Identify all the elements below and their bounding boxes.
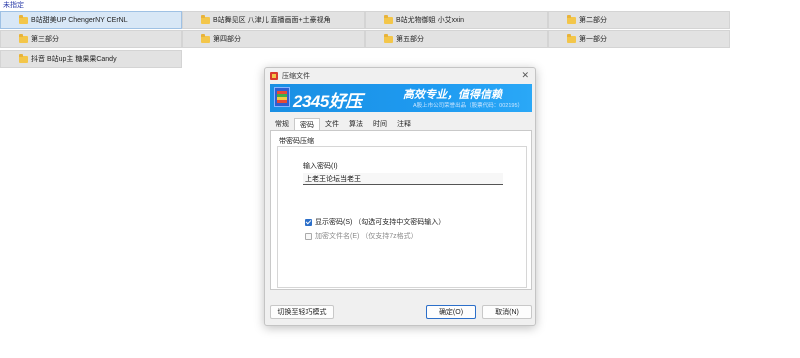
folder-icon bbox=[201, 33, 210, 43]
desktop-page: 未指定 B站甜美UP ChengerNY CErNL B站舞见区 八津儿 直播画… bbox=[0, 0, 800, 358]
password-label: 输入密码(I) bbox=[303, 163, 338, 170]
banner-brand: 2345好压 bbox=[293, 92, 362, 111]
cancel-button[interactable]: 取消(N) bbox=[482, 305, 532, 319]
ok-button[interactable]: 确定(O) bbox=[426, 305, 476, 319]
folder-label: B站舞见区 八津儿 直播画面+土豪视角 bbox=[213, 17, 331, 24]
folder-label: 抖音 B站up主 糖果果Candy bbox=[31, 56, 117, 63]
checkbox-checked-icon bbox=[305, 218, 312, 226]
tab-time[interactable]: 时间 bbox=[368, 118, 392, 130]
tab-general[interactable]: 常规 bbox=[270, 118, 294, 130]
folder-icon bbox=[567, 14, 576, 24]
tab-bar: 常规 密码 文件 算法 时间 注释 bbox=[270, 118, 416, 130]
folder-label: 第四部分 bbox=[213, 36, 241, 43]
folder-item[interactable]: B站舞见区 八津儿 直播画面+土豪视角 bbox=[182, 11, 365, 29]
folder-item[interactable]: 第三部分 bbox=[0, 30, 182, 48]
folder-icon bbox=[567, 33, 576, 43]
encrypt-filenames-checkbox[interactable]: 加密文件名(E) （仅支持7z格式） bbox=[305, 231, 418, 241]
password-tab-panel: 带密码压缩 输入密码(I) 显示密码(S) （勾选可支持中文密码输入） 加密文件… bbox=[270, 130, 532, 290]
folder-icon bbox=[19, 33, 28, 43]
folder-label: B站甜美UP ChengerNY CErNL bbox=[31, 17, 128, 24]
dialog-titlebar: 压缩文件 ✕ bbox=[265, 68, 535, 83]
brand-banner: 2345好压 高效专业，值得信赖 A股上市公司荣誉出品（股票代码：002195） bbox=[270, 84, 532, 112]
archive-logo-icon bbox=[274, 87, 290, 107]
checkbox-unchecked-icon bbox=[305, 232, 312, 240]
encrypt-filenames-label: 加密文件名(E) （仅支持7z格式） bbox=[315, 233, 418, 240]
show-password-label: 显示密码(S) （勾选可支持中文密码输入） bbox=[315, 219, 446, 226]
folder-icon bbox=[384, 33, 393, 43]
tab-comment[interactable]: 注释 bbox=[392, 118, 416, 130]
switch-simple-mode-button[interactable]: 切换至轻巧模式 bbox=[270, 305, 334, 319]
compress-dialog: 压缩文件 ✕ 2345好压 高效专业，值得信赖 A股上市公司荣誉出品（股票代码：… bbox=[264, 67, 536, 326]
folder-label: 第一部分 bbox=[579, 36, 607, 43]
tab-password[interactable]: 密码 bbox=[294, 118, 320, 130]
tab-files[interactable]: 文件 bbox=[320, 118, 344, 130]
password-input[interactable] bbox=[303, 173, 503, 185]
app-icon bbox=[270, 71, 278, 80]
group-divider bbox=[277, 146, 527, 147]
folder-item[interactable]: 第二部分 bbox=[548, 11, 730, 29]
folder-item[interactable]: 第四部分 bbox=[182, 30, 365, 48]
banner-slogan: 高效专业，值得信赖 bbox=[403, 89, 502, 101]
folder-item[interactable]: 第五部分 bbox=[365, 30, 548, 48]
group-title: 带密码压缩 bbox=[279, 138, 314, 145]
tab-algorithm[interactable]: 算法 bbox=[344, 118, 368, 130]
folder-icon bbox=[384, 14, 393, 24]
folder-icon bbox=[19, 53, 28, 63]
unspecified-label: 未指定 bbox=[3, 2, 24, 9]
folder-label: B站尤物御姐 小艾xxin bbox=[396, 17, 465, 24]
folder-label: 第五部分 bbox=[396, 36, 424, 43]
banner-subtext: A股上市公司荣誉出品（股票代码：002195） bbox=[413, 103, 524, 109]
folder-item[interactable]: 抖音 B站up主 糖果果Candy bbox=[0, 50, 182, 68]
folder-label: 第二部分 bbox=[579, 17, 607, 24]
folder-label: 第三部分 bbox=[31, 36, 59, 43]
show-password-checkbox[interactable]: 显示密码(S) （勾选可支持中文密码输入） bbox=[305, 217, 445, 227]
folder-item[interactable]: 第一部分 bbox=[548, 30, 730, 48]
close-icon[interactable]: ✕ bbox=[521, 70, 529, 81]
folder-icon bbox=[201, 14, 210, 24]
folder-icon bbox=[19, 14, 28, 24]
folder-item[interactable]: B站尤物御姐 小艾xxin bbox=[365, 11, 548, 29]
folder-item[interactable]: B站甜美UP ChengerNY CErNL bbox=[0, 11, 182, 29]
dialog-title: 压缩文件 bbox=[282, 72, 310, 80]
